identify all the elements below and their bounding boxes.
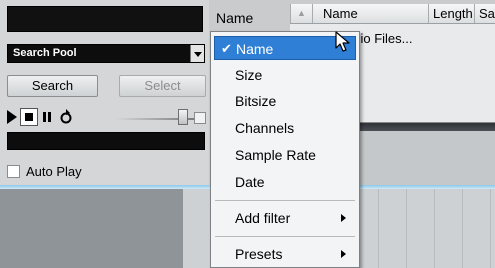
menu-item-date[interactable]: Date xyxy=(214,170,356,194)
dropdown-button[interactable] xyxy=(190,45,204,62)
check-icon: ✔ xyxy=(221,41,232,56)
auto-play-label: Auto Play xyxy=(26,163,82,179)
menu-item-label: Sample Rate xyxy=(235,147,316,163)
results-column-header: ▲ Name Length Sa xyxy=(290,4,495,24)
column-header-sample[interactable]: Sa xyxy=(475,4,495,23)
menu-item-label: Bitsize xyxy=(235,93,277,109)
loop-icon[interactable] xyxy=(59,109,73,125)
search-location-select[interactable]: Search Pool xyxy=(7,44,205,63)
menu-item-sample-rate[interactable]: Sample Rate xyxy=(214,143,356,167)
select-button[interactable]: Select xyxy=(119,75,206,97)
column-header-length[interactable]: Length xyxy=(429,4,475,23)
menu-separator xyxy=(215,236,355,237)
search-panel: Search Pool Search Select Auto Play xyxy=(0,0,209,185)
menu-item-label: Add filter xyxy=(235,210,291,226)
menu-item-size[interactable]: Size xyxy=(214,63,356,87)
search-text-field[interactable] xyxy=(7,6,203,32)
menu-item-label: Date xyxy=(235,174,265,190)
pause-icon[interactable] xyxy=(43,112,51,122)
submenu-arrow-icon xyxy=(341,214,346,222)
play-icon[interactable] xyxy=(7,110,17,124)
menu-item-channels[interactable]: Channels xyxy=(214,116,356,140)
auto-play-option[interactable]: Auto Play xyxy=(7,162,82,180)
auto-play-checkbox[interactable] xyxy=(7,164,20,178)
position-display xyxy=(7,132,205,150)
sort-context-menu: ✔ Name Size Bitsize Channels Sample Rate… xyxy=(210,31,360,268)
menu-item-bitsize[interactable]: Bitsize xyxy=(214,89,356,113)
stop-icon[interactable] xyxy=(20,108,38,126)
menu-separator xyxy=(215,200,355,201)
track-list-area xyxy=(0,189,183,268)
search-button[interactable]: Search xyxy=(7,75,98,97)
sort-by-label[interactable]: Name xyxy=(216,10,253,26)
sort-direction-icon[interactable]: ▲ xyxy=(291,4,313,23)
chevron-down-icon xyxy=(194,52,202,57)
slider-track xyxy=(116,118,206,120)
menu-item-label: Channels xyxy=(235,120,295,136)
submenu-arrow-icon xyxy=(341,250,346,258)
menu-item-label: Size xyxy=(235,67,263,83)
menu-item-presets[interactable]: Presets xyxy=(214,242,356,266)
slider-end-cap xyxy=(194,112,206,124)
menu-item-add-filter[interactable]: Add filter xyxy=(214,206,356,230)
menu-item-label: Presets xyxy=(235,246,283,262)
menu-item-label: Name xyxy=(236,41,274,57)
search-location-value: Search Pool xyxy=(13,47,77,59)
slider-thumb[interactable] xyxy=(178,109,188,125)
mouse-pointer-icon xyxy=(335,31,350,52)
column-header-name[interactable]: Name xyxy=(313,4,429,23)
volume-slider[interactable] xyxy=(116,108,208,126)
